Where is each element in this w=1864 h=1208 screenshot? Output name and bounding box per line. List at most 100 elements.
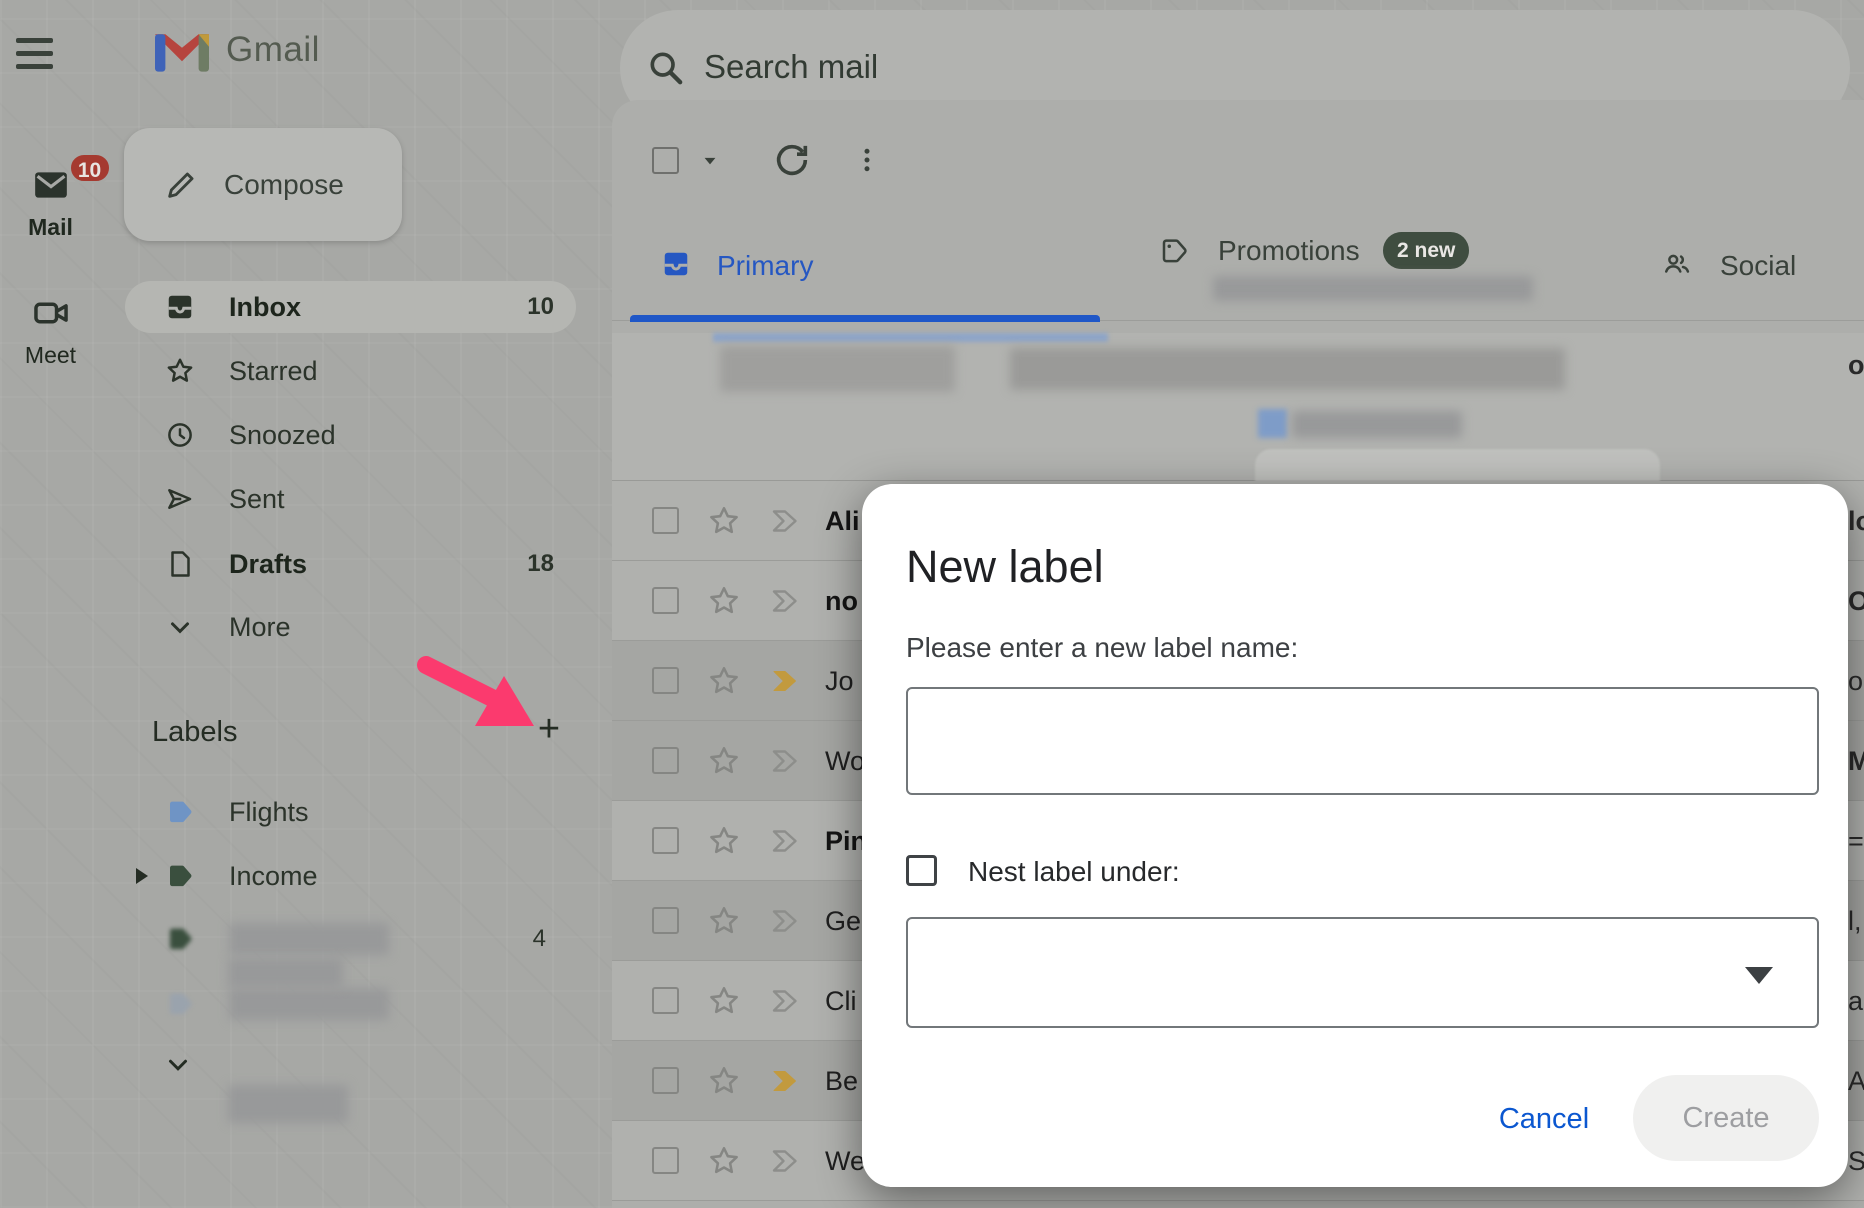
importance-marker-icon[interactable] xyxy=(772,669,800,693)
tab-primary-underline xyxy=(630,315,1100,322)
rail-item-meet[interactable]: Meet xyxy=(0,294,101,369)
star-icon[interactable] xyxy=(707,664,741,698)
dialog-prompt: Please enter a new label name: xyxy=(906,632,1298,664)
clock-icon xyxy=(165,420,195,450)
sender-name: no xyxy=(825,561,858,641)
meet-camera-icon xyxy=(29,294,73,332)
list-toolbar xyxy=(612,100,1864,233)
new-label-dialog: New label Please enter a new label name:… xyxy=(862,484,1848,1187)
add-label-button[interactable]: + xyxy=(531,712,567,748)
row-fragment: l, xyxy=(1848,881,1862,961)
importance-marker-icon[interactable] xyxy=(772,909,800,933)
row-checkbox[interactable] xyxy=(652,587,679,614)
tab-social-label: Social xyxy=(1720,250,1796,282)
labels-collapse-chevron-icon[interactable] xyxy=(163,1050,193,1080)
nest-label-checkbox[interactable] xyxy=(906,855,937,886)
row-fragment: o xyxy=(1848,641,1863,721)
mail-unread-badge: 10 xyxy=(68,152,112,184)
importance-marker-icon[interactable] xyxy=(772,589,800,613)
label-name-input[interactable] xyxy=(906,687,1819,795)
tab-social[interactable]: Social xyxy=(1642,233,1864,321)
star-icon[interactable] xyxy=(707,824,741,858)
sidebar-item-sent[interactable]: Sent xyxy=(125,473,576,525)
sidebar-item-inbox[interactable]: Inbox 10 xyxy=(125,281,576,333)
sender-name: We xyxy=(825,1121,865,1201)
inbox-tabs: Primary Promotions 2 new Social xyxy=(612,233,1864,321)
rail-meet-label: Meet xyxy=(0,342,101,369)
star-icon xyxy=(165,356,195,386)
dialog-title: New label xyxy=(906,541,1104,593)
star-icon[interactable] xyxy=(707,1144,741,1178)
importance-marker-icon[interactable] xyxy=(772,829,800,853)
compose-button[interactable]: Compose xyxy=(124,128,402,241)
parent-label-select[interactable] xyxy=(906,917,1819,1028)
sidebar-item-count: 10 xyxy=(527,293,554,321)
row-checkbox[interactable] xyxy=(652,1067,679,1094)
row-checkbox[interactable] xyxy=(652,987,679,1014)
sidebar-item-count: 18 xyxy=(527,550,554,578)
star-icon[interactable] xyxy=(707,904,741,938)
row-checkbox[interactable] xyxy=(652,667,679,694)
sidebar-label-blurred[interactable] xyxy=(125,978,576,1030)
chevron-down-icon xyxy=(165,612,195,642)
star-icon[interactable] xyxy=(707,1064,741,1098)
row-checkbox[interactable] xyxy=(652,1147,679,1174)
sidebar-label-income[interactable]: Income xyxy=(125,850,576,902)
row-checkbox[interactable] xyxy=(652,827,679,854)
star-icon[interactable] xyxy=(707,984,741,1018)
blurred-hover-card xyxy=(1255,449,1660,481)
row-checkbox[interactable] xyxy=(652,907,679,934)
sidebar-item-drafts[interactable]: Drafts 18 xyxy=(125,538,576,590)
sidebar-item-starred[interactable]: Starred xyxy=(125,345,576,397)
label-tag-icon xyxy=(165,924,195,954)
sidebar-label-flights[interactable]: Flights xyxy=(125,786,576,838)
label-tag-icon xyxy=(165,861,195,891)
cancel-button[interactable]: Cancel xyxy=(1474,1097,1614,1141)
sidebar-label-blurred[interactable]: 4 xyxy=(125,913,576,965)
importance-marker-icon[interactable] xyxy=(772,749,800,773)
row-fragment: S xyxy=(1848,1121,1864,1201)
select-dropdown-caret-icon[interactable] xyxy=(697,147,723,173)
promotions-new-badge: 2 new xyxy=(1383,232,1469,269)
more-options-kebab-icon[interactable] xyxy=(852,138,882,182)
tab-primary[interactable]: Primary xyxy=(612,233,1100,321)
refresh-icon[interactable] xyxy=(772,140,812,180)
rail-item-mail[interactable]: 10 Mail xyxy=(0,166,101,241)
search-input[interactable]: Search mail xyxy=(704,48,878,86)
tab-promotions[interactable]: Promotions 2 new xyxy=(1142,233,1592,321)
sidebar-item-label: More xyxy=(229,612,554,643)
star-icon[interactable] xyxy=(707,744,741,778)
importance-marker-icon[interactable] xyxy=(772,989,800,1013)
sender-name: Pin xyxy=(825,801,867,881)
mail-row-blurred[interactable]: om xyxy=(612,333,1864,481)
select-all-checkbox[interactable] xyxy=(652,147,679,174)
blurred-label-text xyxy=(228,958,343,988)
star-icon[interactable] xyxy=(707,504,741,538)
row-checkbox[interactable] xyxy=(652,507,679,534)
tab-promotions-label: Promotions xyxy=(1218,235,1360,267)
app-rail: 10 Mail Meet xyxy=(0,0,101,1208)
importance-marker-icon[interactable] xyxy=(772,1149,800,1173)
row-fragment: = xyxy=(1848,801,1864,881)
gmail-wordmark: Gmail xyxy=(226,30,320,70)
label-name: Income xyxy=(229,861,318,892)
row-fragment: a xyxy=(1848,961,1863,1041)
sidebar-item-snoozed[interactable]: Snoozed xyxy=(125,409,576,461)
row-checkbox[interactable] xyxy=(652,747,679,774)
sender-name: Be xyxy=(825,1041,858,1121)
gmail-screen: Gmail Search mail 10 Mail Meet xyxy=(0,0,1864,1208)
importance-marker-icon[interactable] xyxy=(772,1069,800,1093)
label-count: 4 xyxy=(533,925,546,953)
sender-name: Ali xyxy=(825,481,860,561)
star-icon[interactable] xyxy=(707,584,741,618)
blurred-label-text xyxy=(228,1085,348,1123)
blurred-preview-text xyxy=(1213,276,1533,301)
tab-primary-label: Primary xyxy=(717,250,813,282)
sidebar-item-more[interactable]: More xyxy=(125,601,576,653)
label-tag-icon xyxy=(165,797,195,827)
create-button[interactable]: Create xyxy=(1633,1075,1819,1161)
search-icon xyxy=(646,48,686,88)
importance-marker-icon[interactable] xyxy=(772,509,800,533)
row-fragment: A xyxy=(1848,1041,1864,1121)
label-expander-icon[interactable] xyxy=(136,868,148,884)
